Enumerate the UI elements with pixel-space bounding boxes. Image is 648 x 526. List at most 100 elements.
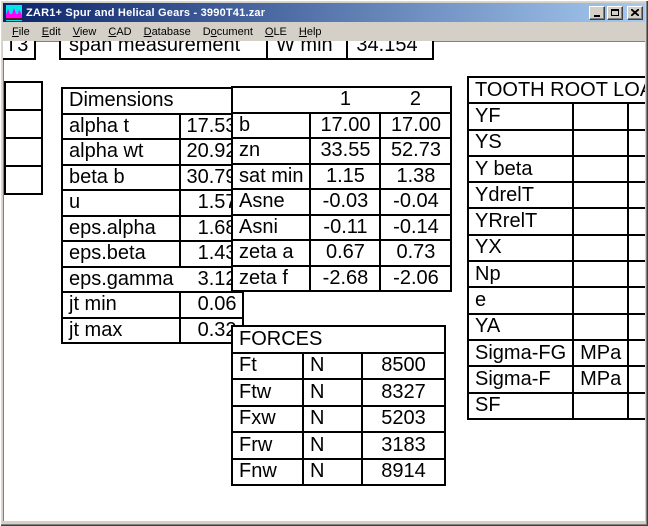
- row-label: Fxw: [232, 406, 303, 433]
- menu-file[interactable]: File: [6, 24, 36, 40]
- row-label: u: [62, 190, 180, 216]
- row-unit: N: [303, 379, 362, 406]
- table-row: alpha t17.53: [62, 114, 243, 140]
- forces-title: FORCES: [232, 326, 445, 353]
- table-row: FtwN8327: [232, 379, 445, 406]
- minimize-icon: [594, 15, 600, 17]
- table-row: sat min1.151.38: [232, 164, 451, 190]
- row-value: [628, 340, 645, 366]
- gear2-value: 17.00: [380, 113, 451, 139]
- forces-table: FORCES FtN8500 FtwN8327 FxwN5203 FrwN318…: [231, 325, 446, 486]
- maximize-icon: [611, 9, 619, 16]
- table-row: Asne-0.03-0.04: [232, 189, 451, 215]
- table-header-row: TOOTH ROOT LOAD: [468, 77, 645, 103]
- dimensions-table: Dimensions alpha t17.53 alpha wt20.92 be…: [61, 87, 244, 344]
- document-area: T3 span measurement W min 34.154 Dimensi…: [3, 41, 645, 521]
- row-label: YA: [468, 314, 573, 340]
- row-label: Asne: [232, 189, 310, 215]
- menu-label-post: ile: [19, 26, 30, 38]
- table-row: [5, 166, 42, 194]
- table-row: YA1: [468, 314, 645, 340]
- row-value: 3183: [362, 432, 445, 459]
- table-row: span measurement W min 34.154: [60, 41, 433, 59]
- table-row: eps.alpha1.68: [62, 216, 243, 242]
- row-unit: [573, 130, 628, 156]
- menu-label-key: H: [299, 26, 307, 38]
- row-label: eps.beta: [62, 241, 180, 267]
- maximize-button[interactable]: [607, 6, 623, 20]
- row-label: eps.alpha: [62, 216, 180, 242]
- menu-label-post: dit: [49, 26, 61, 38]
- table-header-row: 1 2: [232, 87, 451, 113]
- gear-app-icon[interactable]: [6, 5, 22, 21]
- row-unit: [573, 208, 628, 234]
- row-label: alpha t: [62, 114, 180, 140]
- gear1-value: -0.11: [310, 215, 380, 241]
- close-button[interactable]: [627, 6, 643, 20]
- menu-ole[interactable]: OLE: [259, 24, 293, 40]
- table-row: jt min0.06: [62, 292, 243, 318]
- title-bar[interactable]: ZAR1+ Spur and Helical Gears - 3990T41.z…: [3, 3, 645, 22]
- menu-label-post: cument: [217, 26, 253, 38]
- menu-database[interactable]: Database: [138, 24, 197, 40]
- menu-edit[interactable]: Edit: [36, 24, 67, 40]
- table-row: Sigma-FMPa: [468, 366, 645, 392]
- gear1-value: 33.55: [310, 138, 380, 164]
- row-label: Frw: [232, 432, 303, 459]
- table-row: Np: [468, 261, 645, 287]
- row-label: Np: [468, 261, 573, 287]
- row-label: eps.gamma: [62, 267, 180, 293]
- table-row: alpha wt20.92: [62, 139, 243, 165]
- table-row: FnwN8914: [232, 459, 445, 486]
- menu-label-post: LE: [273, 26, 286, 38]
- table-row: YF 1: [468, 103, 645, 129]
- gear1-value: -2.68: [310, 266, 380, 292]
- left-top-cell-table: T3: [3, 41, 36, 60]
- gear1-value: 17.00: [310, 113, 380, 139]
- table-row: eps.beta1.43: [62, 241, 243, 267]
- row-label: e: [468, 287, 573, 313]
- row-label: beta b: [62, 165, 180, 191]
- table-row: Sigma-FGMPa: [468, 340, 645, 366]
- gear2-header: 2: [380, 87, 451, 113]
- row-label: YS: [468, 130, 573, 156]
- row-value: 8914: [362, 459, 445, 486]
- table-row: zn33.5552.73: [232, 138, 451, 164]
- menu-label-key: D: [144, 26, 152, 38]
- menu-label-pre: D: [203, 26, 211, 38]
- menu-cad[interactable]: CAD: [102, 24, 137, 40]
- minimize-button[interactable]: [589, 6, 605, 20]
- table-row: FxwN5203: [232, 406, 445, 433]
- row-label: zeta f: [232, 266, 310, 292]
- table-row: beta b30.79: [62, 165, 243, 191]
- row-unit: N: [303, 406, 362, 433]
- row-label: Ftw: [232, 379, 303, 406]
- table-header-row: Dimensions: [62, 88, 243, 114]
- row-unit: [573, 182, 628, 208]
- gear-comparison-table: 1 2 b17.0017.00 zn33.5552.73 sat min1.15…: [231, 86, 452, 292]
- row-value: 1: [628, 235, 645, 261]
- table-row: SF1: [468, 393, 645, 419]
- menu-document[interactable]: Document: [197, 24, 259, 40]
- gear2-value: -0.04: [380, 189, 451, 215]
- table-header-row: FORCES: [232, 326, 445, 353]
- menu-label-key: F: [12, 26, 19, 38]
- row-unit: [573, 156, 628, 182]
- table-row: zeta a0.670.73: [232, 240, 451, 266]
- app-window: ZAR1+ Spur and Helical Gears - 3990T41.z…: [0, 0, 648, 526]
- gear1-value: 0.67: [310, 240, 380, 266]
- gear2-value: -0.14: [380, 215, 451, 241]
- tooth-root-title: TOOTH ROOT LOAD: [468, 77, 645, 103]
- table-row: e: [468, 287, 645, 313]
- table-row: Asni-0.11-0.14: [232, 215, 451, 241]
- menu-help[interactable]: Help: [293, 24, 328, 40]
- table-row: jt max0.32: [62, 318, 243, 344]
- row-label: Asni: [232, 215, 310, 241]
- row-unit: N: [303, 432, 362, 459]
- row-value: 1: [628, 103, 645, 129]
- menu-view[interactable]: View: [67, 24, 103, 40]
- row-label: YF: [468, 103, 573, 129]
- table-row: FrwN3183: [232, 432, 445, 459]
- menu-label-key: V: [73, 26, 80, 38]
- row-unit: [573, 314, 628, 340]
